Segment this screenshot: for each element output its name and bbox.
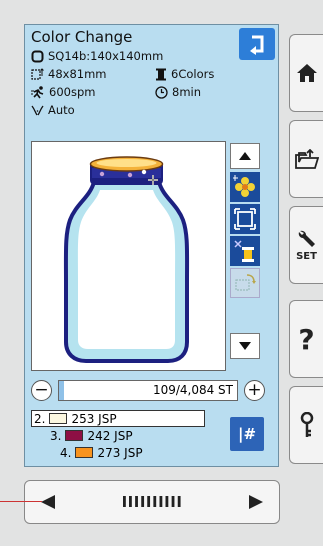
stitch-navigation-bar: IIIIIIIIII (24, 480, 280, 524)
color-index: 2. (34, 411, 46, 426)
color-list: 2. 253 JSP 3. 242 JSP 4. 273 JSP (31, 410, 209, 464)
thread-trim-text: Auto (48, 103, 75, 117)
time-info: 8min (155, 85, 201, 99)
hoop-size-text: SQ14b:140x140mm (48, 49, 164, 63)
question-mark-icon: ? (298, 322, 315, 356)
jump-button[interactable]: |# (230, 417, 264, 451)
color-index: 3. (50, 428, 62, 443)
design-preview (31, 141, 226, 371)
color-code: 273 JSP (97, 445, 143, 460)
scroll-up-button[interactable] (230, 143, 260, 169)
stitch-progress-fill (59, 380, 64, 400)
hoop-layout-button[interactable] (230, 204, 260, 234)
stitch-minus-button[interactable]: − (31, 379, 52, 401)
scissors-icon (31, 105, 44, 115)
color-index: 4. (60, 445, 72, 460)
color-list-item[interactable]: 4. 273 JSP (60, 444, 143, 461)
speed-runner-icon (31, 85, 44, 98)
color-list-item[interactable]: 2. 253 JSP (31, 410, 205, 427)
stitch-plus-button[interactable]: + (244, 379, 265, 401)
folder-open-icon (294, 149, 319, 169)
time-text: 8min (172, 85, 202, 99)
key-button[interactable] (289, 386, 323, 464)
hoop-icon (31, 50, 44, 62)
color-code: 242 JSP (87, 428, 133, 443)
help-button[interactable]: ? (289, 300, 323, 378)
set-label: SET (296, 250, 317, 262)
wrench-icon (298, 230, 315, 247)
speed-text: 600spm (49, 85, 96, 99)
design-size-info: 48x81mm (31, 67, 106, 81)
triangle-up-icon (239, 152, 251, 160)
clock-icon (155, 85, 168, 99)
scroll-down-button[interactable] (230, 333, 260, 359)
design-size-icon (31, 67, 44, 80)
thread-spool-icon (234, 240, 254, 262)
frame-arrows-icon (234, 208, 256, 230)
edit-design-button[interactable] (230, 268, 260, 298)
flower-icon (233, 175, 255, 197)
thread-trim-info: Auto (31, 103, 75, 117)
device-panel: Color Change SQ14b:140x140mm 48x81mm 6Co… (0, 0, 323, 546)
color-select-button[interactable] (230, 172, 260, 202)
rotate-pattern-icon (235, 274, 256, 291)
callout-line (0, 501, 42, 502)
stitch-scale-bars[interactable]: IIIIIIIIII (122, 493, 183, 511)
return-icon (250, 35, 264, 55)
hoop-info: SQ14b:140x140mm (31, 49, 163, 63)
speed-info: 600spm (31, 85, 95, 99)
spool-icon (156, 68, 166, 80)
next-stitch-icon[interactable] (249, 495, 263, 509)
color-list-item[interactable]: 3. 242 JSP (50, 427, 133, 444)
colors-info: 6Colors (155, 67, 214, 81)
design-size-text: 48x81mm (48, 67, 107, 81)
color-swatch (75, 447, 94, 458)
previous-stitch-icon[interactable] (41, 495, 55, 509)
thread-color-button[interactable] (230, 236, 260, 266)
jar-design-image (63, 156, 190, 363)
triangle-down-icon (239, 342, 251, 350)
home-icon (296, 64, 317, 82)
color-code: 253 JSP (71, 411, 117, 426)
stitch-counter-text: 109/4,084 ST (152, 382, 233, 397)
color-swatch (65, 430, 84, 441)
colors-count-text: 6Colors (171, 67, 215, 81)
file-open-button[interactable] (289, 120, 323, 198)
color-swatch (49, 413, 68, 424)
lcd-screen: Color Change SQ14b:140x140mm 48x81mm 6Co… (24, 24, 279, 467)
stitch-counter-field: 109/4,084 ST (58, 379, 238, 401)
settings-button[interactable]: SET (289, 206, 323, 284)
page-title: Color Change (31, 28, 133, 46)
key-icon (300, 412, 313, 437)
back-button[interactable] (239, 28, 275, 60)
stitch-counter-row: − 109/4,084 ST + (31, 375, 269, 405)
home-button[interactable] (289, 34, 323, 112)
